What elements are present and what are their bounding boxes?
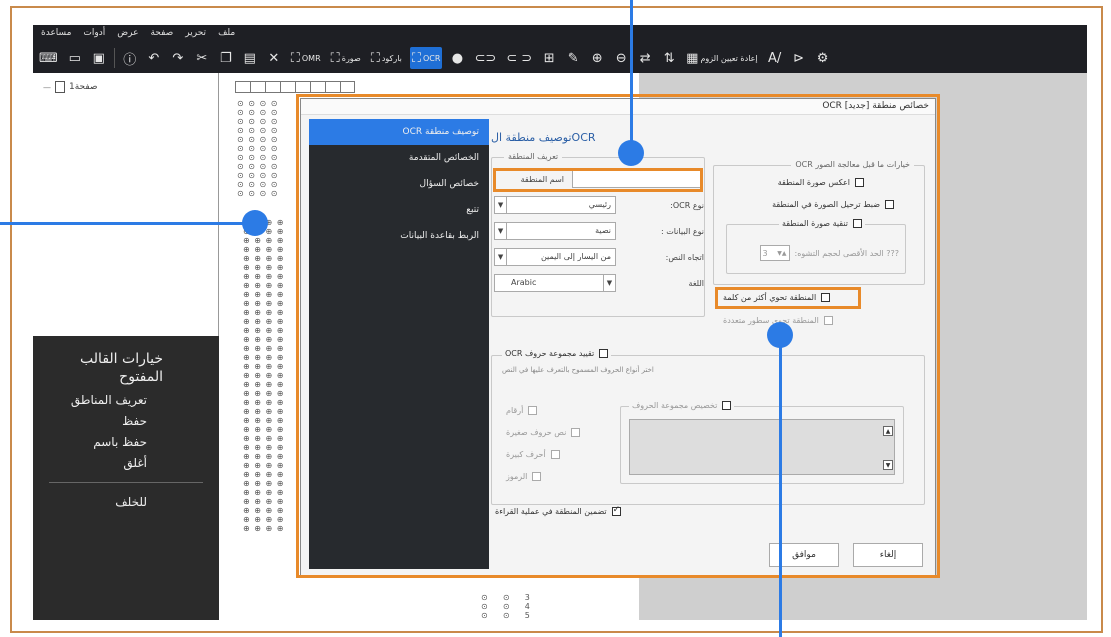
menu-tools[interactable]: أدوات <box>83 28 105 40</box>
callout-dot-bottom <box>767 322 793 348</box>
toolbar: ⌨ ▭ ▣ ⓘ ↶ ↷ ✂ ❐ ▤ ✕ ⛶ OMR ⛶ صورة ⛶ باركود ⛶… <box>33 43 1087 73</box>
save-icon[interactable]: ▣ <box>90 47 108 69</box>
barcode-zone-button[interactable]: ⛶ باركود <box>369 47 404 69</box>
callout-dot-left <box>242 210 268 236</box>
reset-zoom-button[interactable]: ▦ إعادة تعيين الزوم <box>684 47 759 69</box>
page-tree: — 1صفحة <box>33 73 219 336</box>
zoom-out-icon[interactable]: ⊖ <box>612 47 630 69</box>
ocr-zone-button[interactable]: ⛶ OCR <box>409 47 443 69</box>
folder-icon[interactable]: ⊳ <box>790 47 808 69</box>
info-icon[interactable]: ⓘ <box>121 47 139 69</box>
copy-icon[interactable]: ❐ <box>217 47 235 69</box>
toolbar-divider <box>113 48 115 68</box>
unlink-icon[interactable]: ⊂ ⊃ <box>504 47 534 69</box>
reset-zoom-label: إعادة تعيين الزوم <box>700 53 758 63</box>
keyboard-icon[interactable]: ⌨ <box>37 47 60 69</box>
answer-bubbles-column: ⊕ ⊕ ⊕ ⊕ ⊕ ⊕ ⊕ ⊕ ⊕ ⊕ ⊕ ⊕ ⊕ ⊕ ⊕ ⊕ ⊕ ⊕ ⊕ ⊕ … <box>243 218 285 533</box>
callout-line-bottom <box>779 336 782 637</box>
menu-edit[interactable]: تحرير <box>185 28 206 40</box>
pen-icon[interactable]: ✎ <box>564 47 582 69</box>
nav-save-as[interactable]: حفظ باسم <box>49 435 147 449</box>
callout-line-left <box>0 222 256 225</box>
image-label: صورة <box>341 53 361 63</box>
spellcheck-icon[interactable]: A/ <box>766 47 784 69</box>
paste-icon[interactable]: ▤ <box>241 47 259 69</box>
menu-help[interactable]: مساعدة <box>41 28 71 40</box>
settings-gear-icon[interactable]: ⚙ <box>814 47 832 69</box>
ocr-label: OCR <box>422 53 441 63</box>
page-document-icon <box>55 81 65 93</box>
callout-line-top <box>630 0 633 152</box>
nav-save[interactable]: حفظ <box>49 414 147 428</box>
menu-page[interactable]: صفحة <box>150 28 173 40</box>
align-icon[interactable]: ⊞ <box>540 47 558 69</box>
omr-label: OMR <box>301 53 321 63</box>
nav-close[interactable]: أغلق <box>49 456 147 470</box>
zoom-in-icon[interactable]: ⊕ <box>588 47 606 69</box>
callout-dot-top <box>618 140 644 166</box>
record-icon[interactable]: ● <box>448 47 466 69</box>
dialog-highlight-frame <box>296 94 940 578</box>
template-options-heading: خيارات القالب المفتوح <box>80 351 163 385</box>
tree-expander-icon[interactable]: — <box>43 83 51 92</box>
link-icon[interactable]: ⊂⊃ <box>472 47 498 69</box>
menu-file[interactable]: ملف <box>218 28 235 40</box>
menu-bar: ملف تحرير صفحة عرض أدوات مساعدة <box>33 25 1087 43</box>
answer-grid-header <box>235 81 355 93</box>
tree-item-page[interactable]: — 1صفحة <box>43 81 98 93</box>
nav-define-zones[interactable]: تعريف المناطق <box>49 393 147 407</box>
nav-divider <box>49 482 203 483</box>
rotate-icon[interactable]: ⇅ <box>660 47 678 69</box>
undo-icon[interactable]: ↶ <box>145 47 163 69</box>
open-folder-icon[interactable]: ▭ <box>66 47 84 69</box>
answer-bubbles-bottom: ⊙ ⊙ 3 ⊙ ⊙ 4 ⊙ ⊙ 5 <box>481 593 531 620</box>
menu-view[interactable]: عرض <box>117 28 138 40</box>
redo-icon[interactable]: ↷ <box>169 47 187 69</box>
swap-icon[interactable]: ⇄ <box>636 47 654 69</box>
tree-item-label: 1صفحة <box>69 82 98 92</box>
image-zone-button[interactable]: ⛶ صورة <box>329 47 363 69</box>
delete-icon[interactable]: ✕ <box>265 47 283 69</box>
nav-back[interactable]: للخلف <box>49 495 147 509</box>
omr-zone-button[interactable]: ⛶ OMR <box>289 47 323 69</box>
cut-icon[interactable]: ✂ <box>193 47 211 69</box>
template-options-panel: خيارات القالب المفتوح تعريف المناطق حفظ … <box>33 336 219 620</box>
answer-bubbles-top: ⊙ ⊙ ⊙ ⊙ ⊙ ⊙ ⊙ ⊙ ⊙ ⊙ ⊙ ⊙ ⊙ ⊙ ⊙ ⊙ ⊙ ⊙ ⊙ ⊙ … <box>237 99 279 198</box>
barcode-label: باركود <box>381 53 402 63</box>
